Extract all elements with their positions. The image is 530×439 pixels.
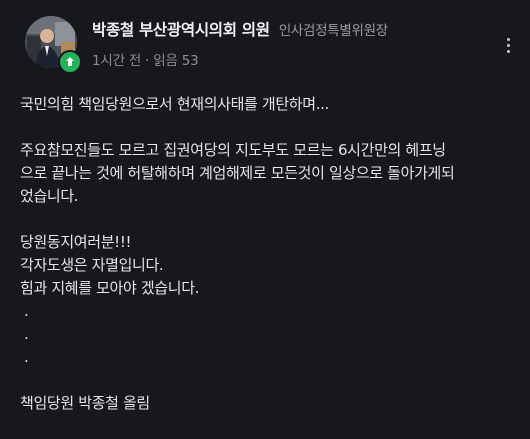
signature: 책임당원 박종철 올림 (20, 394, 150, 412)
content-signature: 책임당원 박종철 올림 (20, 392, 515, 415)
content-line: 으로 끝나는 것에 허탈해하며 계엄해제로 모든것이 일상으로 돌아가게되 (20, 164, 455, 182)
ellipsis-dot: . (24, 325, 29, 343)
avatar-container[interactable] (25, 16, 82, 74)
content-paragraph: 주요참모진들도 모르고 집권여당의 지도부도 모르는 6시간만의 헤프닝 으로 … (20, 139, 515, 208)
more-dot (506, 43, 510, 47)
content-line: 힘과 지혜를 모아야 겠습니다. (20, 279, 200, 297)
content-line: 었습니다. (20, 187, 79, 205)
view-count: 읽음 53 (153, 53, 199, 69)
post-time: 1시간 전 (92, 53, 142, 69)
content-paragraph: 당원동지여러분!!! 각자도생은 자멸입니다. 힘과 지혜를 모아야 겠습니다. (20, 231, 515, 300)
ellipsis-dot: . (24, 348, 29, 366)
post-card: 박종철 부산광역시의회 의원 인사검정특별위원장 1시간 전 · 읽음 53 국민의… (0, 0, 530, 439)
content-line: 당원동지여러분!!! (20, 233, 132, 251)
post-content: 국민의힘 책임당원으로서 현재의사태를 개탄하며... 주요참모진들도 모르고 … (20, 93, 515, 415)
author-role: 인사검정특별위원장 (278, 23, 388, 39)
more-dot (506, 37, 510, 41)
ellipsis-dot: . (24, 302, 29, 320)
content-line: 국민의힘 책임당원으로서 현재의사태를 개탄하며... (20, 93, 515, 116)
content-intro: 국민의힘 책임당원으로서 현재의사태를 개탄하며... (20, 95, 329, 113)
author-name[interactable]: 박종철 부산광역시의회 의원 (92, 21, 270, 39)
leaf-icon (58, 50, 82, 74)
content-dots: . . . (20, 300, 515, 369)
post-meta: 1시간 전 · 읽음 53 (92, 49, 199, 69)
author-line: 박종철 부산광역시의회 의원 인사검정특별위원장 (92, 18, 388, 40)
meta-separator: · (145, 53, 150, 69)
content-line: 주요참모진들도 모르고 집권여당의 지도부도 모르는 6시간만의 헤프닝 (20, 141, 446, 159)
more-vertical-icon[interactable] (498, 28, 518, 62)
content-line: 각자도생은 자멸입니다. (20, 256, 164, 274)
more-dot (506, 49, 510, 53)
